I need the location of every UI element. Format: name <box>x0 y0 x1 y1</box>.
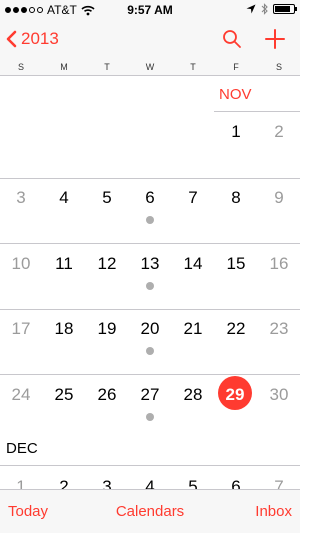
event-dot <box>146 347 154 355</box>
day-cell[interactable]: 7 <box>178 188 208 208</box>
day-cell[interactable]: 5 <box>92 188 122 208</box>
day-cell[interactable]: 28 <box>178 385 208 405</box>
today-highlight[interactable]: 29 <box>218 376 252 410</box>
day-cell[interactable]: 4 <box>49 188 79 208</box>
week-separator <box>0 465 300 466</box>
bluetooth-icon <box>261 3 268 15</box>
day-cell[interactable]: 27 <box>135 385 165 405</box>
day-cell[interactable]: 12 <box>92 254 122 274</box>
day-cell[interactable]: 22 <box>221 319 251 339</box>
back-to-year-button[interactable]: 2013 <box>6 29 59 49</box>
search-icon <box>223 30 241 48</box>
day-cell[interactable]: 26 <box>92 385 122 405</box>
day-cell[interactable]: 11 <box>49 254 79 274</box>
month-label-nov: NOV <box>219 86 252 103</box>
day-cell[interactable]: 16 <box>264 254 294 274</box>
chevron-left-icon <box>6 30 17 48</box>
status-bar: AT&T 9:57 AM <box>0 0 300 20</box>
day-cell[interactable]: 2 <box>264 122 294 142</box>
weekday-header: S M T W T F S <box>0 60 300 76</box>
weekday-label: W <box>145 62 155 72</box>
week-separator <box>0 374 300 375</box>
month-label-dec: DEC <box>6 440 38 457</box>
weekday-label: M <box>60 62 68 72</box>
day-cell[interactable]: 3 <box>6 188 36 208</box>
inbox-button[interactable]: Inbox <box>255 503 292 520</box>
weekday-label: F <box>233 62 239 72</box>
today-day-number: 29 <box>225 385 245 404</box>
weekday-label: T <box>104 62 110 72</box>
day-cell[interactable]: 30 <box>264 385 294 405</box>
weekday-label: S <box>17 62 24 72</box>
day-cell[interactable]: 17 <box>6 319 36 339</box>
day-cell[interactable]: 19 <box>92 319 122 339</box>
event-dot <box>146 413 154 421</box>
back-label: 2013 <box>21 29 59 48</box>
event-dot <box>146 216 154 224</box>
nav-bar: 2013 <box>0 20 300 60</box>
day-cell[interactable]: 8 <box>221 188 251 208</box>
day-cell[interactable]: 10 <box>6 254 36 274</box>
week-separator <box>0 243 300 244</box>
battery-icon <box>273 4 297 14</box>
day-cell[interactable]: 13 <box>135 254 165 274</box>
search-button[interactable] <box>222 29 242 54</box>
day-cell[interactable]: 25 <box>49 385 79 405</box>
week-separator <box>0 178 300 179</box>
day-cell[interactable]: 24 <box>6 385 36 405</box>
location-arrow-icon <box>246 4 256 14</box>
weekday-label: T <box>190 62 196 72</box>
day-cell[interactable]: 21 <box>178 319 208 339</box>
bottom-toolbar: Today Calendars Inbox <box>0 489 300 533</box>
day-cell[interactable]: 15 <box>221 254 251 274</box>
weekday-label: S <box>275 62 282 72</box>
day-cell[interactable]: 6 <box>135 188 165 208</box>
day-cell[interactable]: 1 <box>221 122 251 142</box>
event-dot <box>146 282 154 290</box>
add-event-button[interactable] <box>264 28 286 55</box>
week-separator <box>0 309 300 310</box>
day-cell[interactable]: 20 <box>135 319 165 339</box>
day-cell[interactable]: 9 <box>264 188 294 208</box>
day-cell[interactable]: 23 <box>264 319 294 339</box>
status-right <box>246 3 297 15</box>
day-cell[interactable]: 18 <box>49 319 79 339</box>
plus-icon <box>265 29 285 49</box>
month-divider <box>214 111 300 112</box>
day-cell[interactable]: 14 <box>178 254 208 274</box>
